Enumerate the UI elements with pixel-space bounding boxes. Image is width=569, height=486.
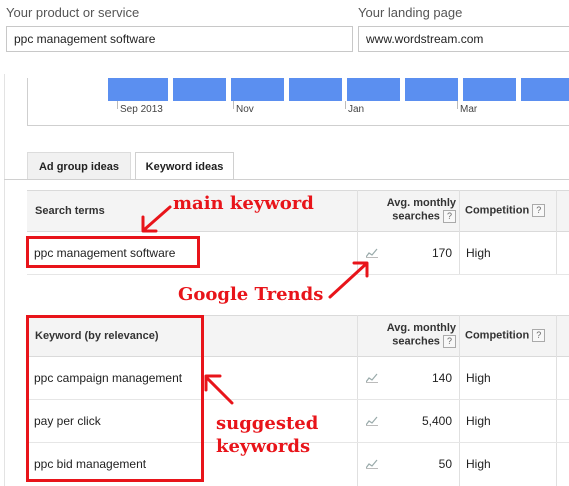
google-trends-arrow: [328, 261, 369, 299]
annotation-arrows: [141, 205, 369, 405]
main-keyword-arrow: [141, 205, 172, 233]
suggested-keywords-arrow: [204, 374, 234, 405]
